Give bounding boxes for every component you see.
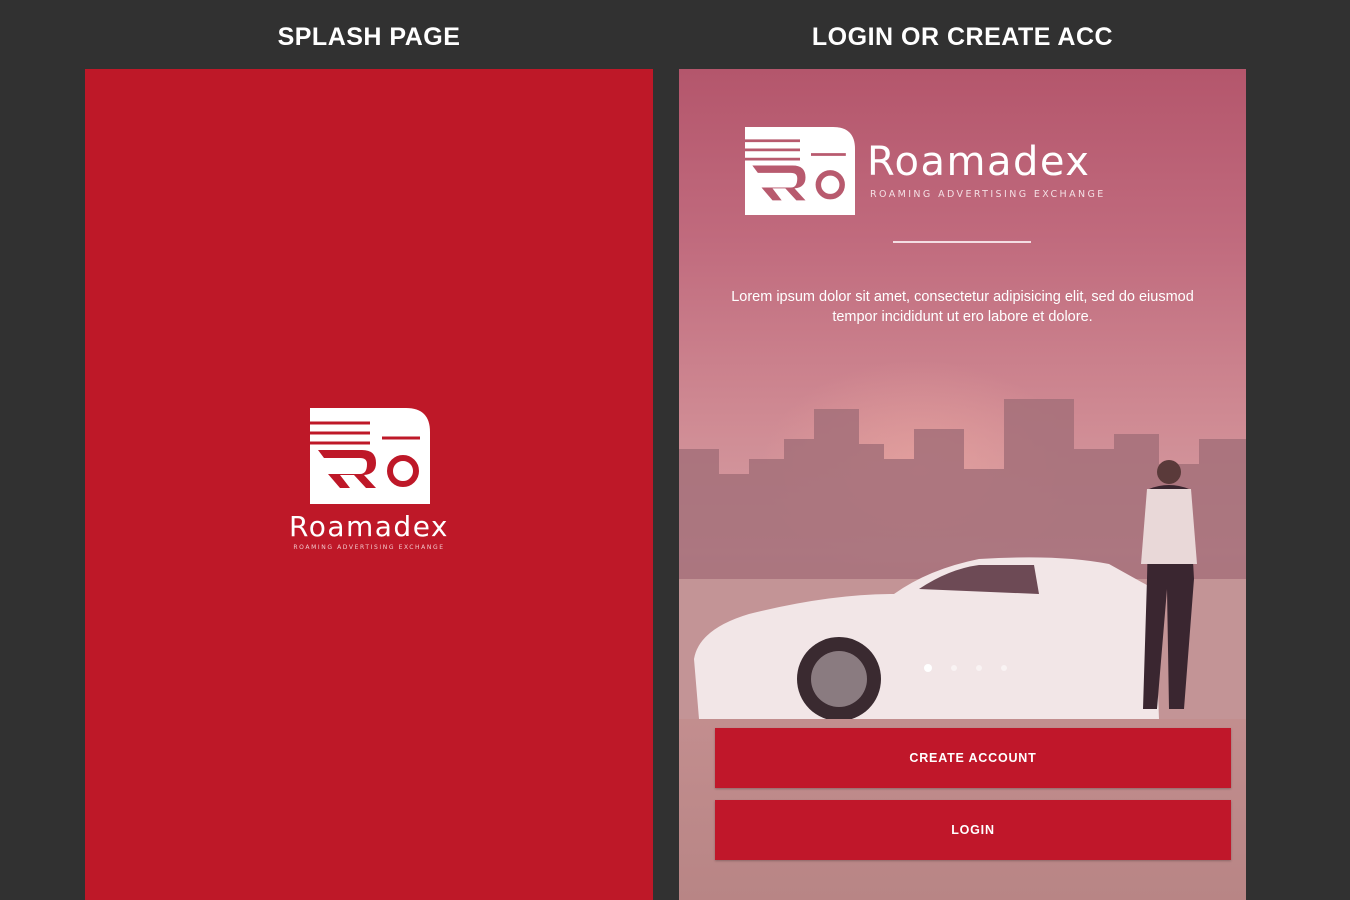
divider (893, 241, 1031, 243)
intro-description: Lorem ipsum dolor sit amet, consectetur … (731, 289, 1194, 325)
splash-page-heading: SPLASH PAGE (277, 23, 461, 51)
login-screen: Roamadex ROAMING ADVERTISING EXCHANGE Lo… (679, 69, 1246, 900)
carousel-dot-2[interactable] (951, 665, 957, 671)
carousel-indicator[interactable] (924, 658, 1026, 672)
login-brand-name: Roamadex (867, 139, 1091, 185)
carousel-dot-3[interactable] (976, 665, 982, 671)
carousel-dot-4[interactable] (1001, 665, 1007, 671)
roamadex-logo-icon (310, 408, 430, 504)
login-button[interactable]: LOGIN (715, 800, 1231, 860)
carousel-dot-1[interactable] (924, 664, 932, 672)
splash-screen: Roamadex ROAMING ADVERTISING EXCHANGE (85, 69, 653, 900)
login-brand-tagline: ROAMING ADVERTISING EXCHANGE (870, 189, 1106, 200)
splash-brand-name: Roamadex (289, 510, 449, 543)
create-account-button[interactable]: CREATE ACCOUNT (715, 728, 1231, 788)
roamadex-logo-icon (745, 127, 855, 215)
login-page-heading: LOGIN OR CREATE ACC (811, 23, 1114, 51)
splash-brand-tagline: ROAMING ADVERTISING EXCHANGE (293, 544, 445, 551)
city-car-background-image (679, 399, 1246, 719)
